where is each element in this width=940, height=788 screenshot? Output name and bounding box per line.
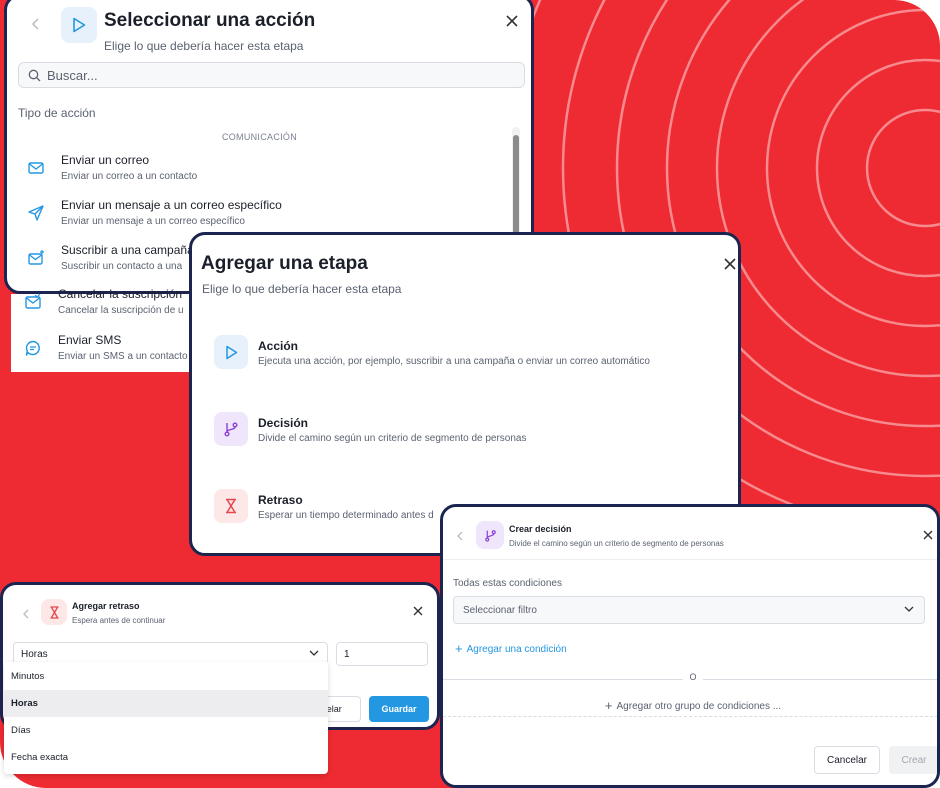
add-condition-group-button[interactable]: + Agregar otro grupo de condiciones ... xyxy=(443,698,937,713)
search-input[interactable] xyxy=(47,66,517,84)
action-item-name: Enviar SMS xyxy=(58,333,122,347)
save-button[interactable]: Guardar xyxy=(369,696,429,722)
dialog-title: Crear decisión xyxy=(509,524,572,534)
unit-option-minutes[interactable]: Minutos xyxy=(4,663,328,690)
plus-icon: + xyxy=(455,641,463,656)
filter-select[interactable]: Seleccionar filtro xyxy=(453,596,925,624)
dialog-subtitle: Espera antes de continuar xyxy=(72,616,166,625)
header-divider xyxy=(443,559,937,560)
action-item-desc: Enviar un mensaje a un correo específico xyxy=(61,216,245,227)
create-button[interactable]: Crear xyxy=(889,746,937,774)
play-icon xyxy=(61,7,97,43)
chevron-down-icon xyxy=(904,606,914,612)
stage-option-name: Decisión xyxy=(258,416,309,430)
unit-select-value: Horas xyxy=(21,649,48,660)
hourglass-icon xyxy=(214,489,248,523)
category-heading: COMUNICACIÓN xyxy=(221,132,298,142)
stage-option-decision[interactable]: Decisión Divide el camino según un crite… xyxy=(214,412,734,452)
unit-option-hours[interactable]: Horas xyxy=(4,690,328,717)
stage-option-action[interactable]: Acción Ejecuta una acción, por ejemplo, … xyxy=(214,335,734,375)
action-item-send-email[interactable]: Enviar un correo Enviar un correo a un c… xyxy=(7,153,507,197)
mail-add-icon xyxy=(28,250,44,265)
add-group-label: Agregar otro grupo de condiciones ... xyxy=(616,701,782,712)
dialog-subtitle: Divide el camino según un criterio de se… xyxy=(509,539,724,548)
mail-check-icon xyxy=(25,293,41,309)
back-chevron-icon[interactable] xyxy=(453,529,467,543)
back-chevron-icon[interactable] xyxy=(29,17,43,31)
stage-option-name: Acción xyxy=(258,339,299,353)
create-decision-dialog: Crear decisión Divide el camino según un… xyxy=(440,504,940,788)
stage-option-desc: Divide el camino según un criterio de se… xyxy=(258,433,527,444)
filter-select-placeholder: Seleccionar filtro xyxy=(463,605,537,616)
branch-icon xyxy=(476,521,504,549)
send-icon xyxy=(28,205,44,221)
add-condition-label: Agregar una condición xyxy=(466,644,567,655)
dialog-title: Agregar una etapa xyxy=(201,253,368,274)
delay-amount-input[interactable] xyxy=(336,642,428,666)
hourglass-icon xyxy=(41,599,67,625)
dialog-title: Agregar retraso xyxy=(72,601,140,611)
play-icon xyxy=(214,335,248,369)
dialog-subtitle: Elige lo que debería hacer esta etapa xyxy=(202,282,402,296)
action-item-desc: Cancelar la suscripción de u xyxy=(58,305,184,316)
action-item-name: Suscribir a una campaña xyxy=(61,243,194,257)
add-condition-link[interactable]: + Agregar una condición xyxy=(455,641,567,656)
chevron-down-icon xyxy=(309,650,319,656)
unit-option-exact-date[interactable]: Fecha exacta xyxy=(4,744,328,771)
action-item-name: Enviar un mensaje a un correo específico xyxy=(61,198,282,212)
search-field xyxy=(18,62,525,88)
close-icon[interactable] xyxy=(919,526,937,544)
unit-option-days[interactable]: Días xyxy=(4,717,328,744)
close-icon[interactable] xyxy=(503,12,521,30)
action-item-name: Enviar un correo xyxy=(61,153,150,167)
action-item-name: Cancelar la suscripción xyxy=(58,287,183,301)
action-item-desc: Enviar un correo a un contacto xyxy=(61,171,198,182)
plus-icon: + xyxy=(604,698,613,713)
sms-icon xyxy=(25,340,40,356)
unit-dropdown-menu: Minutos Horas Días Fecha exacta xyxy=(4,662,328,774)
close-icon[interactable] xyxy=(409,602,427,620)
or-separator: O xyxy=(443,672,937,682)
cancel-button[interactable]: Cancelar xyxy=(814,746,880,774)
search-icon xyxy=(28,69,41,82)
stage-option-desc: Ejecuta una acción, por ejemplo, suscrib… xyxy=(258,356,650,367)
action-list-overflow: Cancelar la suscripción Cancelar la susc… xyxy=(11,287,194,372)
dialog-title: Seleccionar una acción xyxy=(104,10,316,31)
back-chevron-icon[interactable] xyxy=(19,607,33,621)
section-label: Tipo de acción xyxy=(18,106,96,120)
action-item-desc: Enviar un SMS a un contacto xyxy=(58,351,188,362)
branch-icon xyxy=(214,412,248,446)
stage-option-name: Retraso xyxy=(258,493,303,507)
stage-option-desc: Esperar un tiempo determinado antes d xyxy=(258,510,434,521)
close-icon[interactable] xyxy=(721,255,738,273)
action-item-desc: Suscribir un contacto a una xyxy=(61,261,183,272)
conditions-label: Todas estas condiciones xyxy=(453,578,562,589)
mail-icon xyxy=(28,162,44,174)
scrollbar-thumb[interactable] xyxy=(513,135,519,235)
dialog-subtitle: Elige lo que debería hacer esta etapa xyxy=(104,39,304,53)
